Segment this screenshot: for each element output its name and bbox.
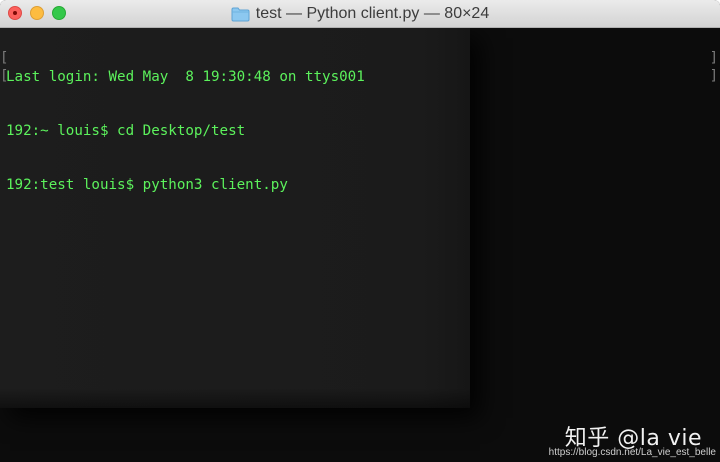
window-title-text: test — Python client.py — 80×24 xyxy=(255,5,490,22)
terminal-pane[interactable]: Last login: Wed May 8 19:30:48 on ttys00… xyxy=(0,28,470,408)
window-title: test — Python client.py — 80×24 xyxy=(0,0,720,28)
terminal-line-login: Last login: Wed May 8 19:30:48 on ttys00… xyxy=(6,69,365,85)
line-bracket-left: [ xyxy=(0,68,9,84)
terminal-output: Last login: Wed May 8 19:30:48 on ttys00… xyxy=(6,32,365,230)
line-bracket-right: ] xyxy=(709,68,718,84)
line-bracket-right: ] xyxy=(709,50,718,66)
watermark-url: https://blog.csdn.net/La_vie_est_belle xyxy=(548,447,716,458)
folder-icon xyxy=(231,7,250,22)
line-bracket-left: [ xyxy=(0,50,9,66)
terminal-content[interactable]: Last login: Wed May 8 19:30:48 on ttys00… xyxy=(0,28,720,462)
terminal-line-python: 192:test louis$ python3 client.py xyxy=(6,177,288,193)
title-bar[interactable]: test — Python client.py — 80×24 xyxy=(0,0,720,28)
terminal-window: test — Python client.py — 80×24 Last log… xyxy=(0,0,720,462)
terminal-line-cd: 192:~ louis$ cd Desktop/test xyxy=(6,123,246,139)
